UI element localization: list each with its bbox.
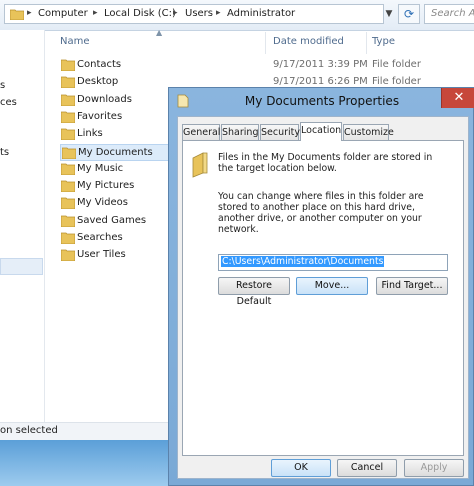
- column-divider[interactable]: [366, 32, 367, 54]
- tab-location[interactable]: Location: [300, 122, 342, 141]
- column-divider[interactable]: [265, 32, 266, 54]
- chevron-down-icon[interactable]: ▼: [382, 4, 396, 24]
- breadcrumb-local-disk[interactable]: Local Disk (C:): [104, 8, 176, 19]
- file-name: Favorites: [77, 111, 123, 122]
- folder-icon: [61, 232, 75, 244]
- file-row[interactable]: Contacts 9/17/2011 3:39 PM File folder: [60, 57, 474, 74]
- folder-icon: [61, 163, 75, 175]
- breadcrumb-computer[interactable]: Computer: [38, 8, 88, 19]
- nav-item[interactable]: ts: [0, 147, 9, 158]
- address-bar[interactable]: ▸ Computer ▸ Local Disk (C:) ▸ Users ▸ A…: [4, 4, 384, 24]
- tab-sharing[interactable]: Sharing: [221, 124, 259, 140]
- target-path-field[interactable]: C:\Users\Administrator\Documents: [218, 254, 448, 271]
- folder-icon: [61, 76, 75, 88]
- location-change-text: You can change where files in this folde…: [218, 191, 424, 235]
- breadcrumb-administrator[interactable]: Administrator: [227, 8, 295, 19]
- find-target-button[interactable]: Find Target...: [376, 277, 448, 295]
- file-name: User Tiles: [77, 249, 126, 260]
- chevron-right-icon[interactable]: ▸: [173, 8, 178, 18]
- location-tab-panel: Files in the My Documents folder are sto…: [182, 140, 464, 456]
- refresh-icon[interactable]: ⟳: [398, 4, 420, 24]
- folder-icon: [62, 147, 76, 159]
- folder-icon: [61, 180, 75, 192]
- tab-security[interactable]: Security: [260, 124, 300, 140]
- apply-button[interactable]: Apply: [404, 459, 464, 477]
- file-name: Saved Games: [77, 215, 147, 226]
- dialog-title: My Documents Properties: [244, 94, 400, 108]
- column-header-date[interactable]: Date modified: [273, 36, 344, 47]
- file-name: My Music: [77, 163, 124, 174]
- tab-customize[interactable]: Customize: [343, 124, 394, 140]
- column-header-name[interactable]: Name: [60, 36, 90, 47]
- nav-item[interactable]: s: [0, 80, 5, 91]
- search-input[interactable]: Search Ad: [424, 4, 474, 24]
- file-name: Downloads: [77, 94, 132, 105]
- folder-icon: [61, 128, 75, 140]
- chevron-right-icon[interactable]: ▸: [27, 8, 32, 18]
- chevron-right-icon[interactable]: ▸: [216, 8, 221, 18]
- file-name: Contacts: [77, 59, 122, 70]
- file-type: File folder: [372, 76, 421, 87]
- status-text: on selected: [0, 425, 58, 436]
- tab-general[interactable]: General: [182, 124, 220, 140]
- restore-default-button[interactable]: Restore Default: [218, 277, 290, 307]
- folder-icon: [61, 215, 75, 227]
- cancel-button[interactable]: Cancel: [337, 459, 397, 477]
- address-bar-area: ▸ Computer ▸ Local Disk (C:) ▸ Users ▸ A…: [0, 0, 474, 31]
- folder-icon: [61, 111, 75, 123]
- ok-button[interactable]: OK: [271, 459, 331, 477]
- file-name: My Videos: [77, 197, 128, 208]
- dialog-body: General Sharing Security Location Custom…: [177, 116, 469, 479]
- file-date: 9/17/2011 3:39 PM: [273, 59, 368, 70]
- navigation-selected-item[interactable]: [0, 258, 43, 275]
- close-button[interactable]: ✕: [441, 88, 474, 108]
- folder-icon: [192, 152, 208, 178]
- file-name: My Pictures: [77, 180, 135, 191]
- target-path-value: C:\Users\Administrator\Documents: [221, 256, 385, 267]
- file-name: My Documents: [78, 147, 153, 158]
- folder-icon: [61, 94, 75, 106]
- breadcrumb-users[interactable]: Users: [185, 8, 213, 19]
- folder-icon: [10, 9, 24, 20]
- file-name: Desktop: [77, 76, 119, 87]
- move-button[interactable]: Move...: [296, 277, 368, 295]
- folder-icon: [61, 197, 75, 209]
- properties-dialog: My Documents Properties ✕ General Sharin…: [168, 87, 474, 486]
- sort-arrow-icon: ▲: [156, 28, 163, 37]
- chevron-right-icon[interactable]: ▸: [93, 8, 98, 18]
- column-header-type[interactable]: Type: [372, 36, 395, 47]
- location-info-text: Files in the My Documents folder are sto…: [218, 152, 433, 174]
- file-date: 9/17/2011 6:26 PM: [273, 76, 368, 87]
- file-name: Links: [77, 128, 103, 139]
- folder-icon: [61, 59, 75, 71]
- file-name: Searches: [77, 232, 123, 243]
- folder-icon: [61, 249, 75, 261]
- navigation-pane: s ces ts: [0, 30, 45, 422]
- file-type: File folder: [372, 59, 421, 70]
- nav-item[interactable]: ces: [0, 97, 17, 108]
